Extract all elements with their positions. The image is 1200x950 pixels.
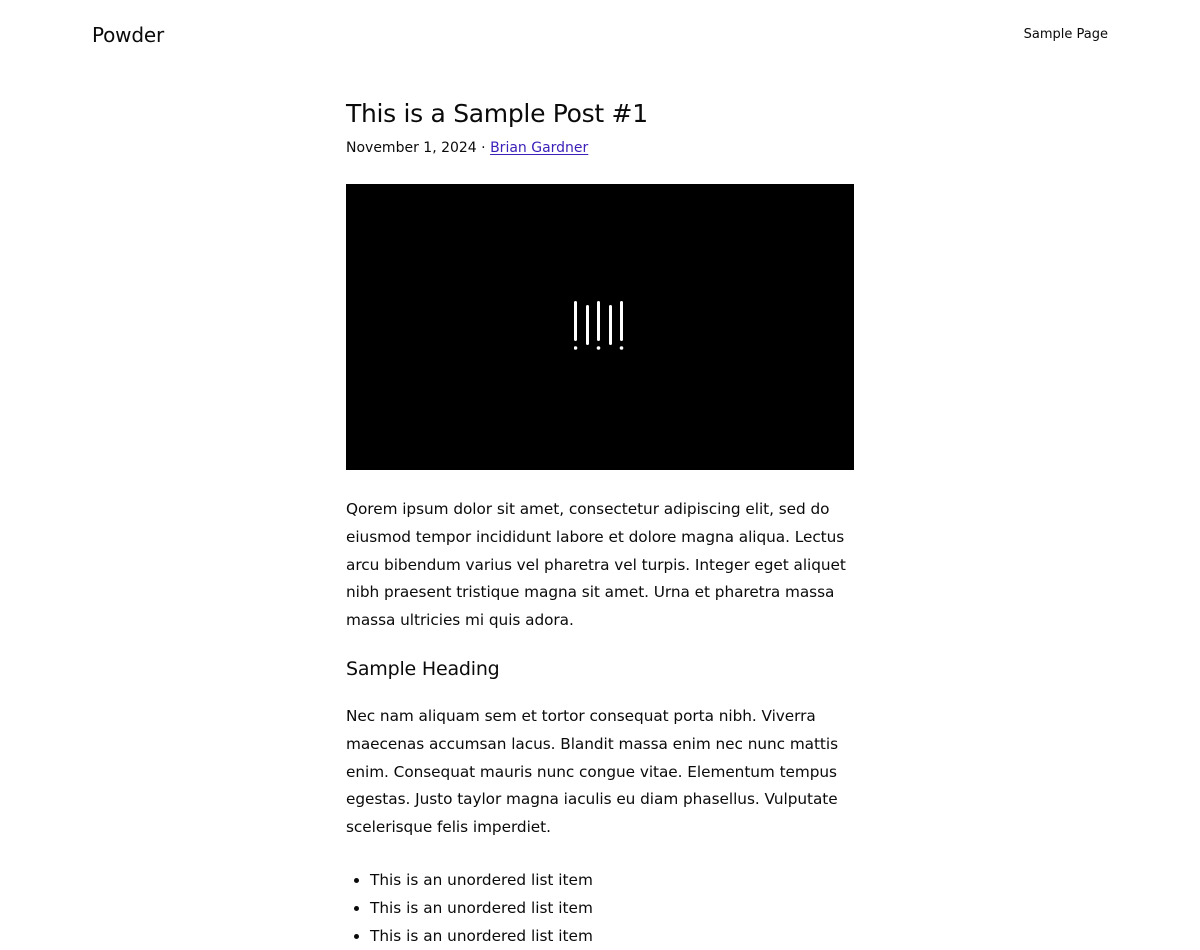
barcode-logo-icon: [574, 301, 624, 350]
post-meta: November 1, 2024 · Brian Gardner: [346, 138, 854, 158]
section-heading: Sample Heading: [346, 657, 500, 680]
site-header: Powder Sample Page: [0, 0, 1200, 70]
list-item: This is an unordered list item: [370, 922, 854, 950]
unordered-list: This is an unordered list item This is a…: [346, 866, 854, 950]
nav-link-sample-page[interactable]: Sample Page: [1024, 26, 1108, 44]
post-author-link[interactable]: Brian Gardner: [490, 140, 588, 156]
featured-image: [346, 184, 854, 470]
post-paragraph-2: Nec nam aliquam sem et tortor consequat …: [346, 706, 839, 837]
post-article: This is a Sample Post #1 November 1, 202…: [346, 96, 854, 950]
list-item: This is an unordered list item: [370, 894, 854, 922]
post-paragraph-1: Qorem ipsum dolor sit amet, consectetur …: [346, 500, 846, 630]
list-item: This is an unordered list item: [370, 866, 854, 894]
site-title-link[interactable]: Powder: [92, 21, 164, 49]
post-title: This is a Sample Post #1: [346, 99, 648, 128]
post-date: November 1, 2024: [346, 140, 477, 156]
meta-separator: ·: [481, 140, 486, 156]
